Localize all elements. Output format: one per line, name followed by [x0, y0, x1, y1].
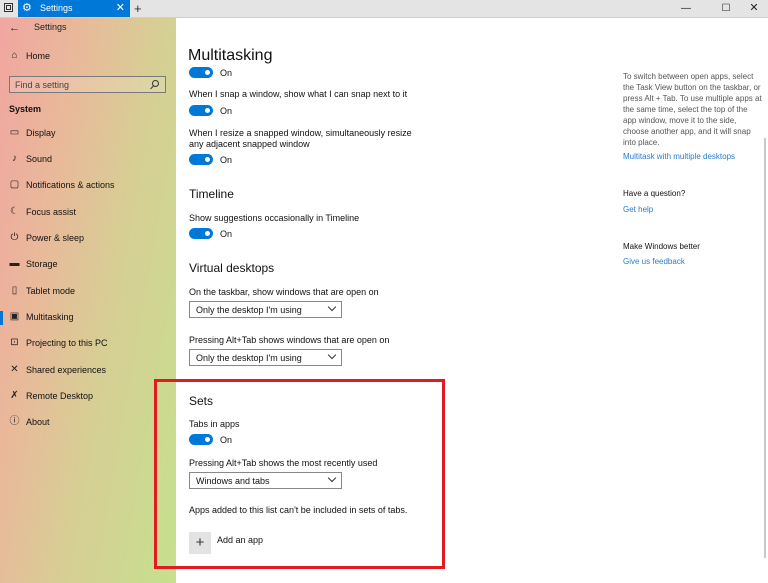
home-icon: ⌂: [11, 50, 18, 61]
close-window-button[interactable]: ✕: [740, 0, 768, 17]
search-input[interactable]: Find a setting: [9, 76, 166, 93]
shared-icon: ✕: [10, 364, 19, 375]
chevron-down-icon: [327, 350, 337, 360]
power-icon: ⏻: [10, 232, 19, 243]
get-help-link[interactable]: Get help: [623, 205, 653, 214]
sidebar-item-display[interactable]: ▭ Display: [0, 124, 176, 144]
feedback-heading: Make Windows better: [623, 242, 700, 251]
display-icon: ▭: [9, 127, 20, 138]
sets-highlight-box: [154, 379, 445, 569]
sidebar-item-label: Home: [26, 51, 51, 61]
title-bar: ⚙ Settings ✕ + — ☐ ✕: [0, 0, 768, 18]
alttab-windows-label: Pressing Alt+Tab shows windows that are …: [189, 335, 390, 345]
timeline-suggestions-toggle[interactable]: [189, 228, 213, 239]
dropdown-value: Only the desktop I'm using: [196, 353, 302, 363]
new-tab-button[interactable]: +: [134, 0, 142, 17]
taskbar-windows-dropdown[interactable]: Only the desktop I'm using: [189, 301, 342, 318]
sidebar-item-storage[interactable]: ▬ Storage: [0, 255, 176, 275]
sidebar-item-label: Power & sleep: [26, 233, 85, 243]
sound-icon: ♪: [12, 153, 17, 164]
toggle-state: On: [220, 155, 233, 165]
about-icon: ⓘ: [9, 416, 20, 427]
section-header: System: [9, 104, 42, 114]
virtual-desktops-heading: Virtual desktops: [189, 261, 275, 275]
projecting-icon: ⊡: [10, 337, 19, 348]
sidebar-item-label: Sound: [26, 154, 53, 164]
minimize-button[interactable]: —: [672, 0, 700, 17]
sidebar-item-label: Tablet mode: [26, 286, 76, 296]
notifications-icon: ▢: [9, 179, 20, 190]
sidebar-item-label: Shared experiences: [26, 365, 107, 375]
sidebar-item-label: Storage: [26, 259, 58, 269]
sidebar-item-tablet-mode[interactable]: ▯ Tablet mode: [0, 282, 176, 302]
sidebar-item-label: Remote Desktop: [26, 391, 94, 401]
search-icon: [152, 80, 159, 87]
maximize-button[interactable]: ☐: [712, 0, 740, 17]
sidebar-item-label: Projecting to this PC: [26, 338, 108, 348]
sidebar-item-label: About: [26, 417, 50, 427]
sidebar-item-focus-assist[interactable]: ☾ Focus assist: [0, 203, 176, 223]
tab-settings[interactable]: ⚙ Settings ✕: [18, 0, 130, 17]
sidebar-item-sound[interactable]: ♪ Sound: [0, 150, 176, 170]
chevron-down-icon: [327, 302, 337, 312]
sidebar-item-label: Multitasking: [26, 312, 74, 322]
question-heading: Have a question?: [623, 189, 686, 198]
sidebar-item-home[interactable]: ⌂ Home: [0, 47, 176, 67]
taskbar-windows-label: On the taskbar, show windows that are op…: [189, 287, 379, 297]
sidebar-item-projecting[interactable]: ⊡ Projecting to this PC: [0, 334, 176, 354]
snap-windows-toggle[interactable]: [189, 67, 213, 78]
app-title: Settings: [34, 22, 67, 32]
sidebar-item-label: Focus assist: [26, 207, 77, 217]
search-placeholder: Find a setting: [15, 80, 70, 90]
dropdown-value: Only the desktop I'm using: [196, 305, 302, 315]
snap-next-toggle[interactable]: [189, 105, 213, 116]
toggle-state: On: [220, 68, 233, 78]
timeline-suggestions-label: Show suggestions occasionally in Timelin…: [189, 213, 360, 223]
focus-assist-icon: ☾: [10, 206, 19, 217]
page-title: Multitasking: [188, 47, 273, 64]
tablet-icon: ▯: [11, 285, 18, 296]
sidebar-item-label: Display: [26, 128, 56, 138]
multitask-desktops-link[interactable]: Multitask with multiple desktops: [623, 152, 735, 161]
sidebar-item-remote-desktop[interactable]: ✗ Remote Desktop: [0, 387, 176, 407]
tab-label: Settings: [40, 3, 73, 13]
sidebar-item-label: Notifications & actions: [26, 180, 115, 190]
sidebar-item-about[interactable]: ⓘ About: [0, 413, 176, 433]
sidebar-item-notifications[interactable]: ▢ Notifications & actions: [0, 176, 176, 196]
sets-icon[interactable]: [4, 3, 13, 12]
sidebar-item-shared-experiences[interactable]: ✕ Shared experiences: [0, 361, 176, 381]
sidebar-item-multitasking[interactable]: ▣ Multitasking: [0, 308, 176, 328]
close-tab-icon[interactable]: ✕: [116, 1, 125, 16]
resize-snapped-toggle[interactable]: [189, 154, 213, 165]
toggle-state: On: [220, 229, 233, 239]
toggle-state: On: [220, 106, 233, 116]
gear-icon: ⚙: [22, 2, 32, 14]
help-description: To switch between open apps, select the …: [623, 72, 762, 147]
back-button[interactable]: ←: [9, 22, 20, 34]
sidebar: ← Settings ⌂ Home Find a setting System …: [0, 18, 176, 583]
remote-desktop-icon: ✗: [10, 390, 19, 401]
snap-next-label: When I snap a window, show what I can sn…: [189, 89, 408, 99]
alttab-windows-dropdown[interactable]: Only the desktop I'm using: [189, 349, 342, 366]
storage-icon: ▬: [9, 258, 20, 269]
multitasking-icon: ▣: [9, 311, 20, 322]
give-feedback-link[interactable]: Give us feedback: [623, 257, 685, 266]
timeline-heading: Timeline: [189, 187, 234, 201]
sidebar-item-power[interactable]: ⏻ Power & sleep: [0, 229, 176, 249]
resize-snapped-label: When I resize a snapped window, simultan…: [189, 128, 412, 149]
scrollbar[interactable]: [764, 138, 766, 558]
